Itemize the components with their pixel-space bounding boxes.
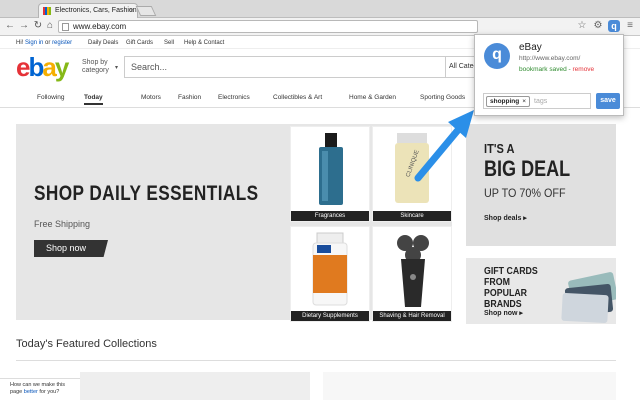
sell-link[interactable]: Sell — [164, 37, 174, 49]
address-bar[interactable]: www.ebay.com — [58, 20, 478, 33]
feedback-box[interactable]: How can we make this page better for you… — [0, 378, 80, 400]
back-icon[interactable]: ← — [4, 20, 16, 32]
status-text: bookmark saved — [519, 66, 567, 73]
tags-input[interactable]: shopping × tags — [483, 93, 591, 109]
feedback-line-1: How can we make this — [10, 382, 66, 388]
forward-icon[interactable]: → — [18, 20, 30, 32]
tags-placeholder: tags — [534, 98, 548, 105]
menu-icon[interactable]: ≡ — [624, 20, 636, 32]
greeting: Hi! Sign in or register — [16, 37, 72, 49]
shop-by-category[interactable]: Shop by category ▾ — [82, 59, 118, 75]
reload-icon[interactable]: ↻ — [32, 20, 44, 32]
featured-title: Today's Featured Collections — [16, 338, 157, 350]
q-extension-icon[interactable]: q — [608, 20, 620, 32]
shop-now-button[interactable]: Shop now — [34, 240, 108, 257]
tile-caption: Fragrances — [291, 211, 369, 221]
supplement-bottle-icon — [312, 232, 348, 306]
nav-electronics[interactable]: Electronics — [218, 94, 250, 101]
featured-collection-2[interactable] — [323, 372, 616, 400]
home-icon[interactable]: ⌂ — [44, 20, 56, 32]
status-separator: - — [568, 66, 571, 73]
screen: Electronics, Cars, Fashion × ← → ↻ ⌂ www… — [0, 0, 640, 400]
popup-url: http://www.ebay.com/ — [519, 55, 581, 62]
shop-by-label: Shop by category — [82, 59, 109, 74]
shop-deals-link[interactable]: Shop deals ▸ — [484, 214, 527, 222]
nav-sporting-goods[interactable]: Sporting Goods — [420, 94, 465, 101]
fragrance-bottle-icon — [319, 133, 343, 205]
tile-dietary[interactable]: Dietary Supplements — [290, 226, 370, 322]
nav-home-garden[interactable]: Home & Garden — [349, 94, 396, 101]
page-icon — [62, 23, 69, 31]
feedback-link[interactable]: better — [24, 389, 38, 395]
promo-discount: UP TO 70% OFF — [484, 186, 566, 200]
chevron-down-icon: ▾ — [114, 65, 118, 71]
tab-close-icon[interactable]: × — [129, 4, 134, 17]
hero-subtitle: Free Shipping — [34, 219, 91, 229]
tile-shaving[interactable]: Shaving & Hair Removal — [372, 226, 452, 322]
gear-icon[interactable]: ⚙ — [592, 20, 604, 32]
nav-collectibles[interactable]: Collectibles & Art — [273, 94, 322, 101]
remove-link[interactable]: remove — [573, 66, 595, 73]
popup-title: eBay — [519, 42, 542, 53]
nav-fashion[interactable]: Fashion — [178, 94, 201, 101]
shaver-icon — [397, 235, 429, 307]
register-link[interactable]: register — [52, 40, 72, 46]
remove-tag-icon[interactable]: × — [522, 98, 526, 105]
extension-icons: ☆ ⚙ q ≡ — [572, 20, 636, 33]
star-icon[interactable]: ☆ — [576, 20, 588, 32]
gift-cards-image — [561, 271, 616, 324]
tag-chip: shopping × — [486, 96, 531, 107]
tab-title: Electronics, Cars, Fashion — [55, 7, 137, 14]
browser-tab[interactable]: Electronics, Cars, Fashion × — [38, 3, 138, 18]
sign-in-link[interactable]: Sign in — [25, 40, 43, 46]
promo-headline: GIFT CARDS FROM POPULAR BRANDS — [484, 266, 538, 310]
ebay-logo[interactable]: ebay — [16, 52, 70, 82]
logo-letter: y — [54, 52, 70, 82]
feedback-text: for you? — [39, 389, 60, 395]
gift-cards-link[interactable]: Gift Cards — [126, 37, 153, 49]
divider — [16, 360, 616, 361]
save-button[interactable]: save — [596, 93, 620, 109]
category-select[interactable]: All Categ — [446, 56, 476, 78]
feedback-line-2: page better for you? — [10, 389, 80, 396]
tile-caption: Dietary Supplements — [291, 311, 369, 321]
promo-headline: BIG DEAL — [484, 156, 571, 181]
tile-fragrances[interactable]: Fragrances — [290, 126, 370, 222]
popup-status: bookmark saved - remove — [519, 66, 594, 73]
nav-following[interactable]: Following — [37, 94, 64, 101]
shop-now-link[interactable]: Shop now ▸ — [484, 309, 523, 317]
daily-deals-link[interactable]: Daily Deals — [88, 37, 118, 49]
logo-letter: a — [42, 52, 57, 82]
nav-motors[interactable]: Motors — [141, 94, 161, 101]
bookmark-popup: q eBay http://www.ebay.com/ bookmark sav… — [474, 34, 624, 116]
logo-letter: e — [16, 52, 31, 82]
hero-title: SHOP DAILY ESSENTIALS — [34, 182, 259, 205]
promo-line: IT'S A — [484, 141, 515, 156]
q-logo-icon: q — [484, 43, 510, 69]
feedback-text: page — [10, 389, 23, 395]
featured-collection-1[interactable] — [80, 372, 310, 400]
nav-today[interactable]: Today — [84, 94, 103, 105]
logo-letter: b — [28, 52, 44, 82]
big-deal-promo[interactable]: IT'S A BIG DEAL UP TO 70% OFF Shop deals… — [466, 124, 616, 246]
search-input[interactable]: Search... — [124, 56, 446, 78]
address-url: www.ebay.com — [73, 22, 127, 31]
tile-caption: Shaving & Hair Removal — [373, 311, 451, 321]
tag-label: shopping — [490, 98, 520, 105]
ebay-favicon-icon — [43, 7, 51, 15]
or-text: or — [45, 40, 51, 46]
greeting-text: Hi! — [16, 40, 24, 46]
tile-skincare[interactable]: CLINIQUE Skincare — [372, 126, 452, 222]
skincare-bottle-icon: CLINIQUE — [395, 133, 429, 203]
help-contact-link[interactable]: Help & Contact — [184, 37, 224, 49]
tile-caption: Skincare — [373, 211, 451, 221]
gift-cards-promo[interactable]: GIFT CARDS FROM POPULAR BRANDS Shop now … — [466, 258, 616, 324]
tab-strip: Electronics, Cars, Fashion × — [0, 0, 640, 18]
new-tab-button[interactable] — [135, 6, 157, 16]
